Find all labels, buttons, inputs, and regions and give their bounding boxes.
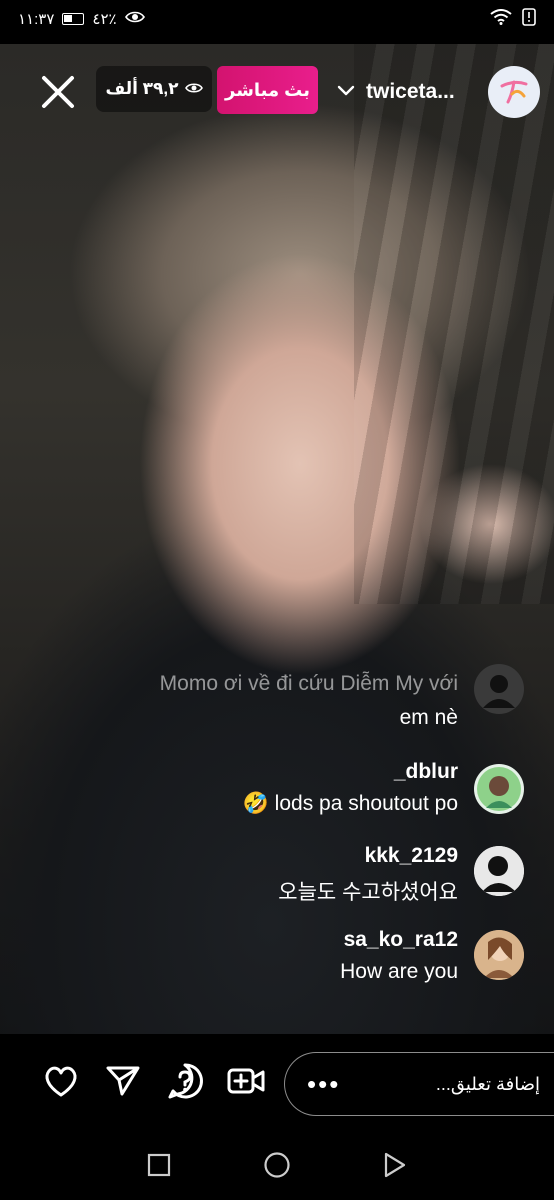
recents-icon[interactable] — [144, 1150, 174, 1180]
close-icon — [42, 76, 74, 108]
comment-text: 🤣 lods pa shoutout po — [242, 792, 458, 815]
battery-level: ٤٢٪ — [92, 11, 117, 28]
eye-icon — [184, 79, 203, 99]
comment-placeholder: إضافة تعليق... — [435, 1073, 540, 1094]
comment-username[interactable]: kkk_2129 — [365, 844, 458, 868]
system-nav-bar — [0, 1130, 554, 1200]
comment-input[interactable]: ••• إضافة تعليق... — [284, 1052, 554, 1116]
more-icon[interactable]: ••• — [307, 1071, 340, 1097]
comment-text: How are you — [340, 960, 458, 983]
question-icon[interactable] — [166, 1062, 206, 1102]
viewer-count-pill[interactable]: ٣٩,٢ ألف — [96, 66, 212, 112]
comment-item[interactable]: Momo ơi về đi cứu Diễm My với em nè — [44, 660, 524, 730]
battery-icon — [62, 13, 85, 25]
host-avatar[interactable] — [488, 66, 540, 118]
twice-logo-icon — [500, 80, 528, 104]
user-avatar[interactable] — [474, 846, 524, 896]
chevron-down-icon — [336, 83, 356, 102]
home-icon[interactable] — [262, 1150, 292, 1180]
comment-text: 오늘도 수고하셨어요 — [278, 881, 458, 904]
status-right — [490, 8, 536, 30]
viewer-count: ٣٩,٢ ألف — [105, 79, 179, 98]
live-stream-screen: ١١:٣٧ ٤٢٪ ٣٩,٢ ألف بث مباشر twiceta... M… — [0, 0, 554, 1200]
add-video-icon[interactable] — [226, 1062, 266, 1102]
host-username: twiceta... — [366, 80, 455, 103]
eye-comfort-icon — [124, 10, 145, 28]
user-avatar[interactable] — [474, 930, 524, 980]
send-icon[interactable] — [104, 1062, 144, 1102]
status-left: ١١:٣٧ ٤٢٪ — [18, 10, 145, 28]
comment-username[interactable]: sa_ko_ra12 — [344, 928, 458, 952]
comment-item[interactable]: sa_ko_ra12 How are you — [44, 926, 524, 992]
back-icon[interactable] — [380, 1150, 410, 1180]
comment-item[interactable]: _dblur 🤣 lods pa shoutout po — [44, 758, 524, 824]
default-avatar-icon — [474, 664, 524, 714]
comment-item[interactable]: kkk_2129 오늘도 수고하셨어요 — [44, 842, 524, 908]
video-background — [354, 44, 554, 604]
host-username-dropdown[interactable]: twiceta... — [336, 72, 455, 112]
wifi-icon — [490, 9, 512, 29]
alert-icon — [522, 8, 536, 30]
status-time: ١١:٣٧ — [18, 11, 55, 28]
live-header: ٣٩,٢ ألف بث مباشر twiceta... — [0, 58, 554, 124]
comment-username[interactable]: _dblur — [394, 760, 458, 784]
close-button[interactable] — [38, 72, 78, 112]
status-bar: ١١:٣٧ ٤٢٪ — [0, 0, 554, 38]
action-bar: ••• إضافة تعليق... — [0, 1040, 554, 1130]
comment-text: em nè — [399, 706, 458, 729]
heart-icon[interactable] — [42, 1062, 82, 1102]
comment-text: Momo ơi về đi cứu Diễm My với — [159, 672, 458, 695]
live-badge: بث مباشر — [217, 66, 318, 114]
user-avatar[interactable] — [474, 764, 524, 814]
